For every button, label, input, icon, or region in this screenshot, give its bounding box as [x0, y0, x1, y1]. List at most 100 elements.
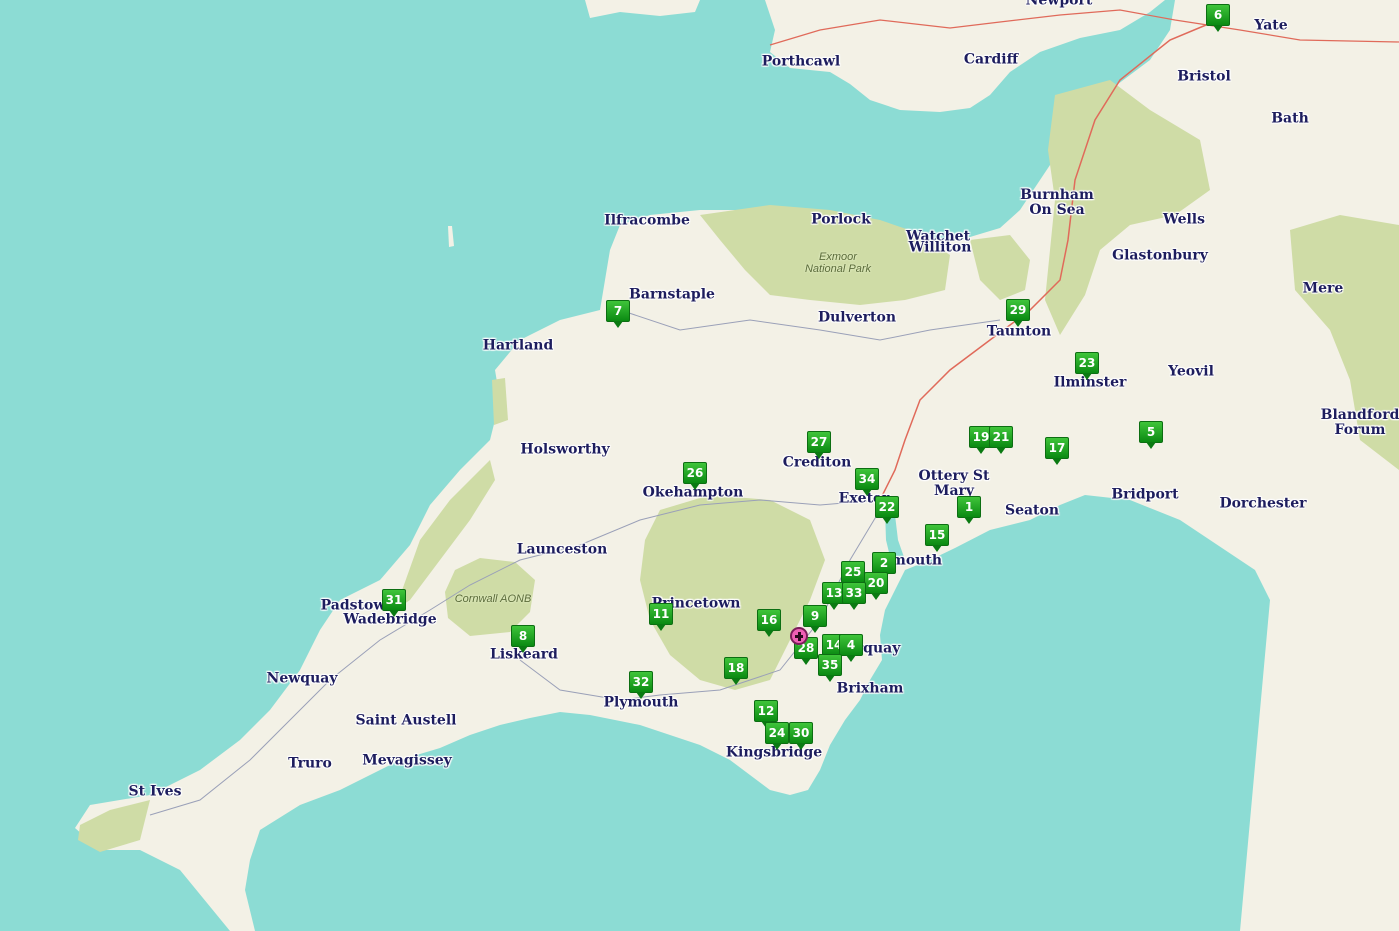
marker-pin-tip: [772, 743, 782, 750]
map-marker-22[interactable]: 22: [875, 496, 899, 524]
marker-pin-tip: [1213, 25, 1223, 32]
map-marker-33[interactable]: 33: [842, 582, 866, 610]
marker-number: 11: [649, 603, 673, 625]
marker-pin-tip: [764, 630, 774, 637]
home-location-icon[interactable]: [790, 627, 808, 645]
map-marker-21[interactable]: 21: [989, 426, 1013, 454]
marker-number: 5: [1139, 421, 1163, 443]
marker-pin-tip: [846, 655, 856, 662]
map-marker-4[interactable]: 4: [839, 634, 863, 662]
marker-pin-tip: [1082, 373, 1092, 380]
map-marker-5[interactable]: 5: [1139, 421, 1163, 449]
marker-pin-tip: [871, 593, 881, 600]
marker-pin-tip: [656, 624, 666, 631]
place-label-st-ives: St Ives: [128, 783, 182, 800]
map-marker-1[interactable]: 1: [957, 496, 981, 524]
marker-number: 2: [872, 552, 896, 574]
place-label-bath: Bath: [1271, 110, 1309, 127]
marker-number: 20: [864, 572, 888, 594]
marker-pin-tip: [814, 452, 824, 459]
marker-number: 7: [606, 300, 630, 322]
map-marker-9[interactable]: 9: [803, 605, 827, 633]
place-label-yate: Yate: [1254, 17, 1288, 34]
map-marker-15[interactable]: 15: [925, 524, 949, 552]
map-marker-34[interactable]: 34: [855, 468, 879, 496]
place-label-truro: Truro: [288, 755, 332, 772]
map-canvas[interactable]: Exmoor National Park Cornwall AONB Porthc…: [0, 0, 1399, 931]
map-marker-8[interactable]: 8: [511, 625, 535, 653]
marker-number: 25: [841, 561, 865, 583]
marker-pin-tip: [801, 658, 811, 665]
map-marker-35[interactable]: 35: [818, 654, 842, 682]
place-label-holsworthy: Holsworthy: [520, 441, 610, 458]
map-marker-23[interactable]: 23: [1075, 352, 1099, 380]
marker-number: 33: [842, 582, 866, 604]
marker-pin-tip: [932, 545, 942, 552]
marker-pin-tip: [1013, 320, 1023, 327]
place-label-dorchester: Dorchester: [1219, 495, 1307, 512]
map-marker-32[interactable]: 32: [629, 671, 653, 699]
place-label-dulverton: Dulverton: [817, 309, 897, 326]
marker-pin-tip: [1052, 458, 1062, 465]
marker-pin-tip: [518, 646, 528, 653]
place-label-hartland: Hartland: [482, 337, 554, 354]
place-label-bristol: Bristol: [1177, 68, 1231, 85]
map-marker-20[interactable]: 20: [864, 572, 888, 600]
place-label-ilfracombe: Ilfracombe: [604, 212, 690, 229]
place-label-yeovil: Yeovil: [1168, 363, 1214, 380]
place-label-mere: Mere: [1302, 280, 1344, 297]
place-label-porthcawl: Porthcawl: [761, 53, 841, 70]
marker-number: 27: [807, 431, 831, 453]
marker-pin-tip: [810, 626, 820, 633]
map-marker-6[interactable]: 6: [1206, 4, 1230, 32]
marker-number: 30: [789, 722, 813, 744]
map-marker-30[interactable]: 30: [789, 722, 813, 750]
marker-number: 35: [818, 654, 842, 676]
marker-number: 34: [855, 468, 879, 490]
marker-pin-tip: [690, 483, 700, 490]
marker-pin-tip: [882, 517, 892, 524]
marker-pin-tip: [849, 603, 859, 610]
marker-number: 9: [803, 605, 827, 627]
marker-number: 17: [1045, 437, 1069, 459]
marker-pin-tip: [636, 692, 646, 699]
place-label-newquay: Newquay: [266, 670, 338, 687]
map-marker-7[interactable]: 7: [606, 300, 630, 328]
marker-number: 22: [875, 496, 899, 518]
place-label-porlock: Porlock: [811, 211, 871, 228]
map-marker-29[interactable]: 29: [1006, 299, 1030, 327]
marker-number: 32: [629, 671, 653, 693]
marker-pin-tip: [964, 517, 974, 524]
map-marker-18[interactable]: 18: [724, 657, 748, 685]
marker-number: 26: [683, 462, 707, 484]
marker-pin-tip: [996, 447, 1006, 454]
place-label-glastonbury: Glastonbury: [1112, 247, 1208, 264]
place-label-brixham: Brixham: [836, 680, 904, 697]
place-label-saint-austell: Saint Austell: [355, 712, 457, 729]
marker-number: 16: [757, 609, 781, 631]
map-marker-24[interactable]: 24: [765, 722, 789, 750]
park-label-exmoor: Exmoor National Park: [804, 251, 872, 275]
place-label-mevagissey: Mevagissey: [362, 752, 452, 769]
marker-pin-tip: [731, 678, 741, 685]
place-label-bridport: Bridport: [1111, 486, 1179, 503]
place-label-blandford: Blandford Forum: [1320, 407, 1399, 438]
map-marker-11[interactable]: 11: [649, 603, 673, 631]
marker-number: 18: [724, 657, 748, 679]
marker-pin-tip: [796, 743, 806, 750]
map-marker-26[interactable]: 26: [683, 462, 707, 490]
marker-number: 1: [957, 496, 981, 518]
map-marker-27[interactable]: 27: [807, 431, 831, 459]
marker-number: 21: [989, 426, 1013, 448]
marker-pin-tip: [389, 610, 399, 617]
marker-pin-tip: [976, 447, 986, 454]
place-label-barnstaple: Barnstaple: [629, 286, 715, 303]
map-marker-16[interactable]: 16: [757, 609, 781, 637]
marker-number: 4: [839, 634, 863, 656]
marker-number: 15: [925, 524, 949, 546]
marker-pin-tip: [825, 675, 835, 682]
place-label-ottery: Ottery St Mary: [918, 468, 990, 499]
map-marker-31[interactable]: 31: [382, 589, 406, 617]
park-label-cornwall-aonb: Cornwall AONB: [454, 593, 532, 605]
map-marker-17[interactable]: 17: [1045, 437, 1069, 465]
